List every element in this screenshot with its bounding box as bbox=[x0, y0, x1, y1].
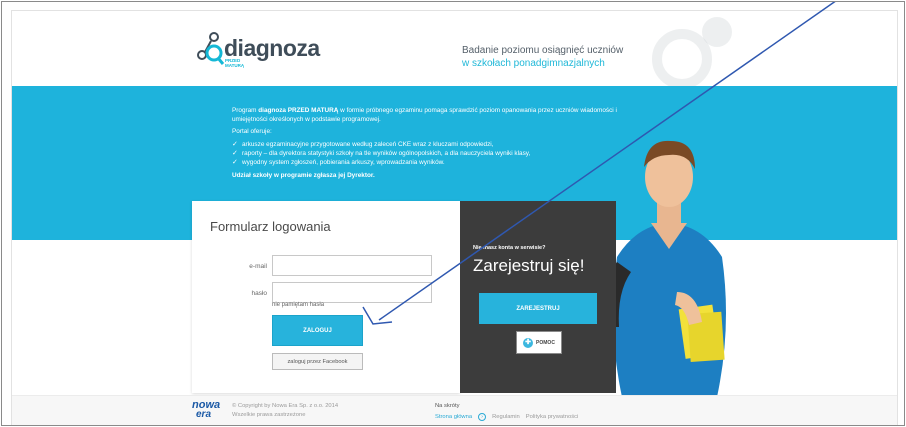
director-note-text: Udział szkoły w programie zgłasza jej Dy… bbox=[232, 172, 375, 179]
screenshot-frame: diagnoza PRZED MATURĄ Badanie poziomu os… bbox=[1, 1, 905, 426]
offers-item: arkusze egzaminacyjne przygotowane wedłu… bbox=[232, 140, 632, 149]
terms-link[interactable]: Regulamin bbox=[492, 414, 520, 420]
intro-program-name: diagnoza PRZED MATURĄ bbox=[258, 107, 339, 114]
home-circle-icon[interactable]: › bbox=[478, 413, 487, 421]
intro-paragraph: Program diagnoza PRZED MATURĄ w formie p… bbox=[232, 106, 632, 124]
register-panel: Nie masz konta w serwisie? Zarejestruj s… bbox=[460, 201, 616, 393]
page: diagnoza PRZED MATURĄ Badanie poziomu os… bbox=[12, 11, 897, 425]
login-button[interactable]: ZALOGUJ bbox=[272, 315, 363, 346]
email-label: e-mail bbox=[249, 263, 267, 270]
nowa-era-logo-line2: era bbox=[196, 409, 212, 420]
register-question: Nie masz konta w serwisie? bbox=[473, 245, 546, 251]
offers-list: arkusze egzaminacyjne przygotowane wedłu… bbox=[232, 140, 632, 167]
tagline-line1: Badanie poziomu osiągnięć uczniów bbox=[462, 45, 624, 56]
password-label: hasło bbox=[251, 290, 267, 297]
login-panel: Formularz logowania e-mail hasło nie pam… bbox=[192, 201, 460, 393]
director-note: Udział szkoły w programie zgłasza jej Dy… bbox=[232, 171, 632, 180]
email-field[interactable] bbox=[272, 255, 432, 276]
offers-item: raporty – dla dyrektora statystyki szkoł… bbox=[232, 149, 632, 158]
copyright-text: © Copyright by Nowa Era Sp. z o.o. 2014 bbox=[232, 403, 339, 409]
offers-label: Portal oferuje: bbox=[232, 128, 272, 135]
student-photo bbox=[602, 140, 726, 397]
facebook-login-button[interactable]: zaloguj przez Facebook bbox=[272, 353, 363, 370]
logo-sub-line2: MATURĄ bbox=[225, 62, 245, 68]
forgot-password-link[interactable]: nie pamiętam hasła bbox=[272, 302, 324, 308]
privacy-link[interactable]: Polityka prywatności bbox=[526, 414, 579, 420]
register-button[interactable]: ZAREJESTRUJ bbox=[479, 293, 597, 324]
offers-item: wygodny system zgłoszeń, pobierania arku… bbox=[232, 158, 632, 167]
help-button-label: POMOC bbox=[536, 339, 555, 346]
intro-text: Program diagnoza PRZED MATURĄ w formie p… bbox=[232, 106, 632, 183]
register-title: Zarejestruj się! bbox=[473, 256, 585, 275]
lifebuoy-icon: ✚ bbox=[523, 337, 534, 348]
shortcuts-links: Strona główna › Regulamin Polityka prywa… bbox=[435, 413, 578, 421]
password-field[interactable] bbox=[272, 282, 432, 303]
footer bbox=[12, 395, 897, 425]
tagline-line2: w szkołach ponadgimnazjalnych bbox=[462, 58, 605, 69]
logo-subtitle: PRZED MATURĄ bbox=[225, 58, 245, 68]
login-title: Formularz logowania bbox=[210, 219, 331, 234]
shortcuts-title: Na skróty bbox=[435, 403, 460, 409]
nowa-era-logo[interactable]: nowa era bbox=[192, 400, 220, 420]
help-button[interactable]: ✚ POMOC bbox=[516, 331, 562, 354]
rights-text: Wszelkie prawa zastrzeżone bbox=[232, 412, 306, 418]
bg-dot-decoration bbox=[702, 17, 732, 47]
intro-p1-a: Program bbox=[232, 107, 259, 114]
home-link[interactable]: Strona główna bbox=[435, 414, 472, 420]
